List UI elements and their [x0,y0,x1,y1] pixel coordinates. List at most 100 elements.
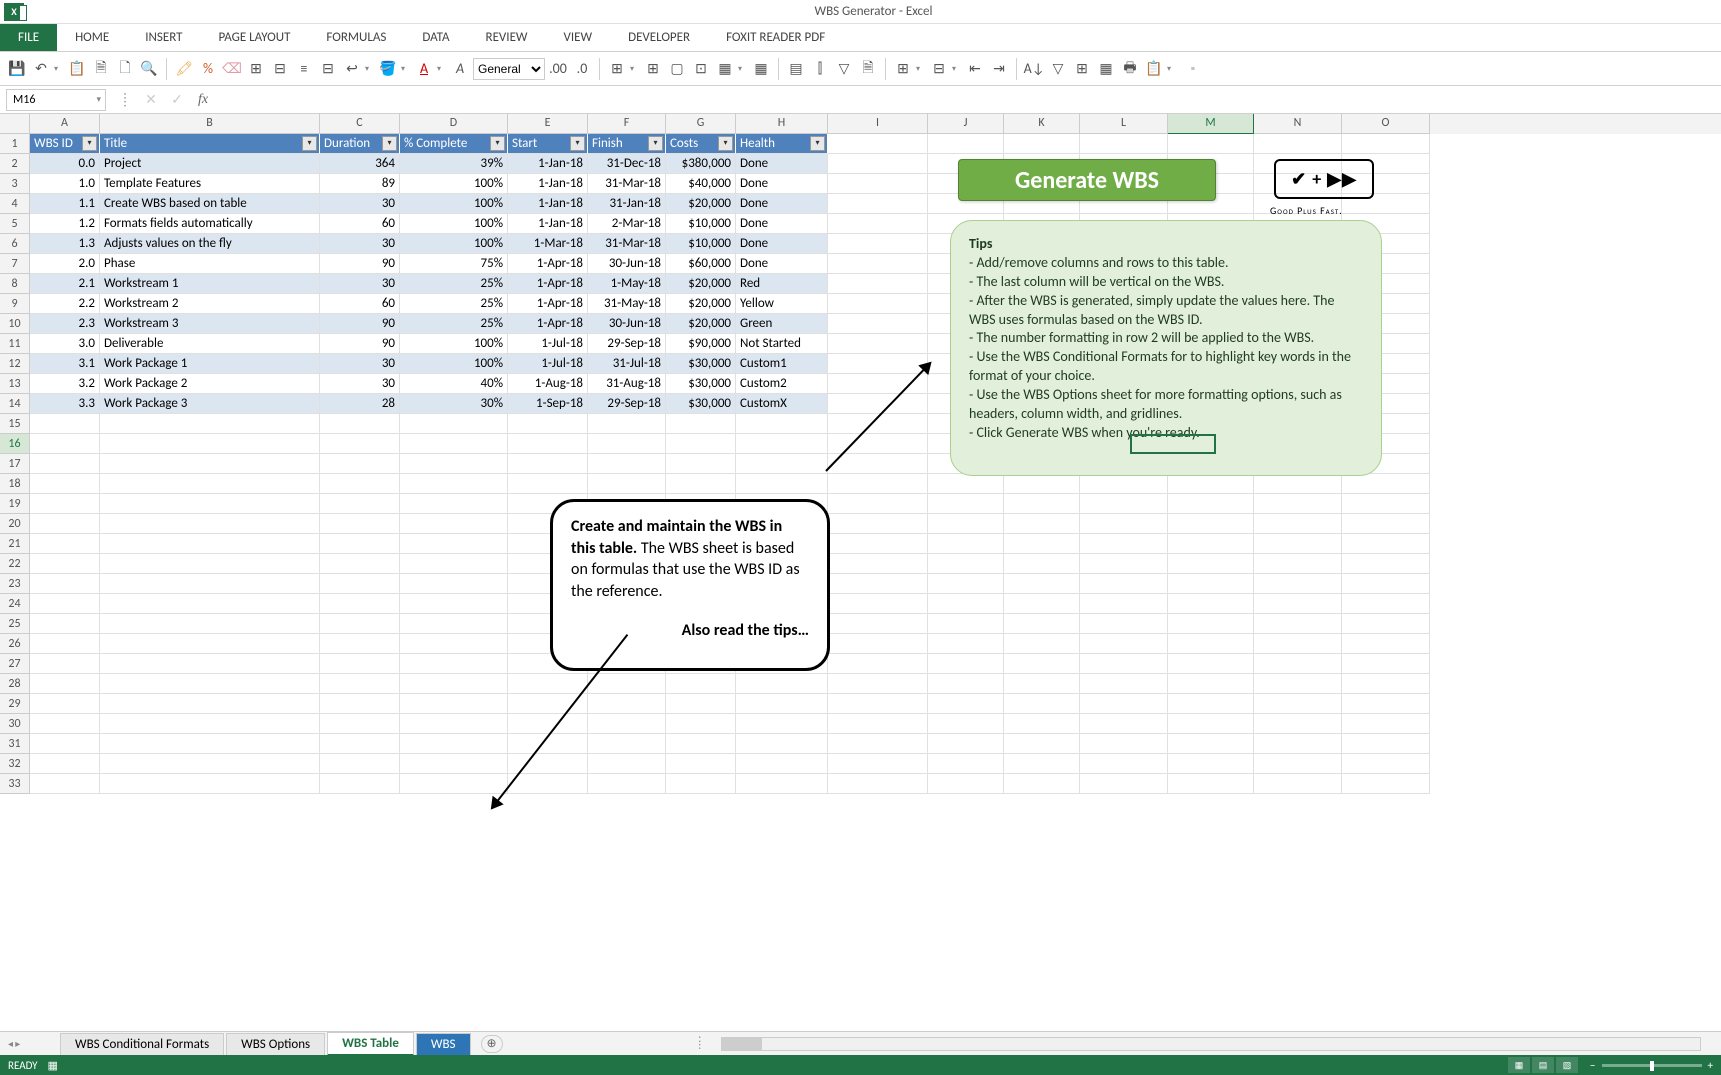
cell[interactable] [828,254,928,274]
cell[interactable]: 40% [400,374,508,394]
cell[interactable] [828,154,928,174]
cell[interactable]: 1.3 [30,234,100,254]
cell[interactable] [1004,134,1080,154]
cell[interactable] [1080,754,1168,774]
cell[interactable] [400,514,508,534]
row-header[interactable]: 30 [0,714,30,734]
font-size-icon[interactable]: A [449,58,471,80]
cell[interactable] [666,714,736,734]
number-format-select[interactable]: General [473,58,545,80]
cell[interactable] [928,774,1004,794]
row-header[interactable]: 4 [0,194,30,214]
cell[interactable]: Work Package 3 [100,394,320,414]
cell[interactable] [100,774,320,794]
cell[interactable] [828,334,928,354]
cell[interactable] [400,634,508,654]
cell[interactable] [30,714,100,734]
cell[interactable]: 29-Sep-18 [588,334,666,354]
cell[interactable]: 1-Apr-18 [508,254,588,274]
cell[interactable] [508,714,588,734]
cell[interactable] [1080,134,1168,154]
cell[interactable] [1080,694,1168,714]
cell[interactable] [400,614,508,634]
cell[interactable] [1168,494,1254,514]
cell[interactable] [100,674,320,694]
cell[interactable]: 29-Sep-18 [588,394,666,414]
cell[interactable] [1168,754,1254,774]
cell[interactable] [30,434,100,454]
cell[interactable] [1080,534,1168,554]
border-icon[interactable]: ⊞ [606,58,628,80]
cell[interactable] [928,734,1004,754]
row-header[interactable]: 15 [0,414,30,434]
cell[interactable] [1004,654,1080,674]
row-header[interactable]: 13 [0,374,30,394]
cell[interactable] [828,314,928,334]
cell[interactable]: 3.3 [30,394,100,414]
cell[interactable]: 31-Jan-18 [588,194,666,214]
cell[interactable] [1254,694,1342,714]
cell[interactable]: 30% [400,394,508,414]
cells-container[interactable]: WBS ID▾Title▾Duration▾% Complete▾Start▾F… [30,134,1721,794]
table-header[interactable]: Start▾ [508,134,588,154]
cell[interactable] [1080,674,1168,694]
cell-styles-icon[interactable]: ▦ [714,58,736,80]
cell[interactable] [1080,574,1168,594]
generate-wbs-button[interactable]: Generate WBS [958,159,1216,201]
row-header[interactable]: 24 [0,594,30,614]
cell[interactable]: Done [736,154,828,174]
dropdown-icon[interactable]: ▾ [916,64,926,74]
cell[interactable]: $40,000 [666,174,736,194]
cell[interactable] [320,594,400,614]
cell[interactable]: $20,000 [666,194,736,214]
cell[interactable] [100,454,320,474]
table-header[interactable]: Costs▾ [666,134,736,154]
cell[interactable] [100,654,320,674]
sheet-tab-active[interactable]: WBS Table [327,1032,414,1056]
cell[interactable] [320,494,400,514]
cell[interactable] [30,574,100,594]
cell[interactable] [1254,134,1342,154]
row-header[interactable]: 11 [0,334,30,354]
cell[interactable]: 0.0 [30,154,100,174]
row-header[interactable]: 10 [0,314,30,334]
table-header[interactable]: WBS ID▾ [30,134,100,154]
eraser-icon[interactable]: ⌫ [221,58,243,80]
sheet-icon[interactable]: 🗎 [857,58,879,80]
cell[interactable] [400,434,508,454]
cell[interactable] [1080,734,1168,754]
cell[interactable] [400,754,508,774]
new-file-icon[interactable]: 🗎 [90,58,112,80]
cell[interactable] [100,494,320,514]
row-header[interactable]: 7 [0,254,30,274]
cell[interactable] [666,754,736,774]
cell[interactable]: $380,000 [666,154,736,174]
cell[interactable] [928,474,1004,494]
cell[interactable] [1080,514,1168,534]
cell[interactable] [400,694,508,714]
cell[interactable] [828,494,928,514]
dropdown-icon[interactable]: ▾ [401,64,411,74]
cell[interactable] [928,494,1004,514]
cell[interactable] [400,494,508,514]
cell[interactable]: 31-Mar-18 [588,234,666,254]
cell[interactable] [400,714,508,734]
cell[interactable] [928,514,1004,534]
sort-icon[interactable]: A↓ [1023,58,1045,80]
cell[interactable]: Formats fields automatically [100,214,320,234]
cell[interactable] [1254,734,1342,754]
scrollbar-thumb[interactable] [722,1038,762,1050]
cell[interactable] [320,534,400,554]
cell[interactable] [1004,774,1080,794]
row-header[interactable]: 22 [0,554,30,574]
filter-icon[interactable]: ▽ [833,58,855,80]
cell[interactable]: $20,000 [666,314,736,334]
tab-developer[interactable]: DEVELOPER [610,24,708,51]
cell[interactable] [1004,594,1080,614]
table-header[interactable]: Health▾ [736,134,828,154]
cell[interactable]: 3.2 [30,374,100,394]
cell[interactable] [400,594,508,614]
cancel-icon[interactable]: ✕ [138,91,164,108]
copy-icon[interactable]: 📋 [66,58,88,80]
undo-icon[interactable]: ↶ [30,58,52,80]
